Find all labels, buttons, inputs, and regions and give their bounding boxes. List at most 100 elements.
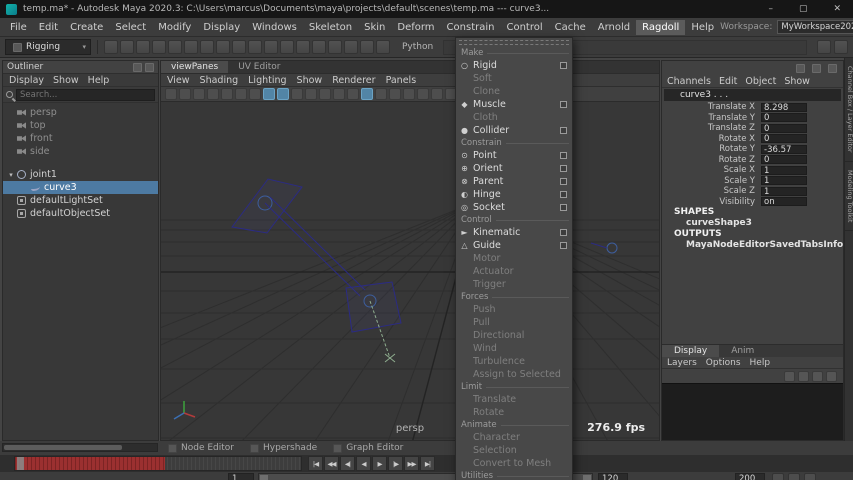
pin-icon[interactable] [828, 64, 837, 73]
channel-value-scale-z[interactable]: 1 [761, 187, 807, 196]
go-to-start-button[interactable]: |◀ [308, 456, 323, 471]
menubar-item-arnold[interactable]: Arnold [592, 20, 636, 35]
polygon-plane-1[interactable] [232, 179, 302, 233]
workspace-dropdown[interactable]: MyWorkspace2020.2* ▾ [777, 20, 853, 34]
play-backwards-button[interactable]: ◀ [356, 456, 371, 471]
eye-filter-icon[interactable] [145, 63, 154, 72]
bone-1b[interactable] [270, 197, 365, 290]
current-frame-marker[interactable] [17, 457, 24, 470]
channel-rotate-z[interactable]: Rotate Z0 [662, 155, 843, 166]
step-back-frame-button[interactable]: ◀| [340, 456, 355, 471]
new-empty-layer-icon[interactable] [798, 371, 809, 382]
open-scene-icon[interactable] [120, 40, 134, 54]
outliner-menu-show[interactable]: Show [53, 75, 79, 86]
make-live-icon[interactable] [344, 40, 358, 54]
channel-scale-x[interactable]: Scale X1 [662, 165, 843, 176]
menubar-item-control[interactable]: Control [500, 20, 548, 35]
bookmark-icon[interactable] [207, 88, 219, 100]
outliner-item-persp[interactable]: persp [3, 106, 158, 119]
step-back-key-button[interactable]: ◀◀ [324, 456, 339, 471]
viewport-menu-lighting[interactable]: Lighting [248, 75, 286, 86]
history-toggle-icon[interactable] [817, 40, 831, 54]
option-box-icon[interactable] [560, 204, 567, 211]
outliner-item-defaultobjectset[interactable]: defaultObjectSet [3, 207, 158, 220]
snap-to-view-plane-icon[interactable] [328, 40, 342, 54]
menubar-item-modify[interactable]: Modify [152, 20, 197, 35]
channel-value-rotate-z[interactable]: 0 [761, 155, 807, 164]
layer-menu-options[interactable]: Options [706, 358, 741, 368]
channel-value-scale-y[interactable]: 1 [761, 176, 807, 185]
menu-tearoff-handle[interactable] [459, 40, 569, 45]
scale-tool-icon[interactable] [264, 40, 278, 54]
redo-icon[interactable] [168, 40, 182, 54]
current-frame-field[interactable]: 1 [228, 473, 254, 480]
layer-menu-layers[interactable]: Layers [667, 358, 697, 368]
polygon-plane-2[interactable] [346, 282, 401, 332]
gate-mask-icon[interactable] [319, 88, 331, 100]
image-plane-icon[interactable] [221, 88, 233, 100]
snap-to-grid-icon[interactable] [280, 40, 294, 54]
camera-attributes-icon[interactable] [193, 88, 205, 100]
menubar-item-constrain[interactable]: Constrain [441, 20, 501, 35]
menu-item-guide[interactable]: △Guide [456, 239, 572, 252]
channel-value-rotate-x[interactable]: 0 [761, 134, 807, 143]
channel-box-menu-show[interactable]: Show [784, 76, 810, 87]
menu-item-point[interactable]: ⊙Point [456, 149, 572, 162]
2d-pan-zoom-icon[interactable] [235, 88, 247, 100]
channel-box-menu-edit[interactable]: Edit [719, 76, 737, 87]
playback-end-field[interactable]: 120 [598, 473, 628, 480]
menubar-item-skeleton[interactable]: Skeleton [303, 20, 358, 35]
panel-tab-node-editor[interactable]: Node Editor [168, 443, 234, 453]
play-forwards-button[interactable]: ▶ [372, 456, 387, 471]
viewport-tab-viewpanes[interactable]: viewPanes [161, 61, 228, 73]
sliders-icon[interactable] [796, 64, 805, 73]
resolution-gate-icon[interactable] [305, 88, 317, 100]
viewport-tab-uv-editor[interactable]: UV Editor [228, 61, 290, 73]
menubar-item-create[interactable]: Create [64, 20, 109, 35]
menu-item-rigid[interactable]: ○Rigid [456, 59, 572, 72]
menu-item-muscle[interactable]: ◆Muscle [456, 98, 572, 111]
film-gate-icon[interactable] [291, 88, 303, 100]
channel-visibility[interactable]: Visibilityon [662, 197, 843, 208]
menubar-item-edit[interactable]: Edit [33, 20, 64, 35]
minimize-button[interactable]: – [768, 4, 773, 14]
node-curveshape3[interactable]: curveShape3 [662, 218, 843, 229]
maximize-button[interactable]: ▢ [799, 4, 808, 14]
layer-options-icon[interactable] [826, 371, 837, 382]
soft-modification-icon[interactable] [376, 40, 390, 54]
stack-icon[interactable] [812, 64, 821, 73]
bone-2[interactable] [591, 243, 607, 248]
outliner-menu-display[interactable]: Display [9, 75, 44, 86]
option-box-icon[interactable] [560, 191, 567, 198]
sidebar-toggle-icon[interactable] [834, 40, 848, 54]
grease-pencil-icon[interactable] [263, 88, 275, 100]
menubar-item-ragdoll[interactable]: Ragdoll [636, 20, 685, 35]
field-chart-icon[interactable] [333, 88, 345, 100]
move-tool-icon[interactable] [232, 40, 246, 54]
command-line-language-label[interactable]: Python [402, 42, 433, 52]
viewport-menu-view[interactable]: View [167, 75, 190, 86]
layer-tab-anim[interactable]: Anim [719, 345, 766, 357]
option-box-icon[interactable] [560, 127, 567, 134]
time-slider-ruler[interactable] [14, 456, 302, 471]
outliner-horizontal-scrollbar[interactable] [2, 443, 158, 452]
channel-rotate-x[interactable]: Rotate X0 [662, 134, 843, 145]
outliner-item-front[interactable]: front [3, 132, 158, 145]
wireframe-icon[interactable] [431, 88, 443, 100]
side-tab-channel-box-layer-editor[interactable]: Channel Box / Layer Editor [845, 58, 853, 162]
menu-item-collider[interactable]: ●Collider [456, 124, 572, 137]
snap-to-point-icon[interactable] [312, 40, 326, 54]
channel-scale-z[interactable]: Scale Z1 [662, 186, 843, 197]
channel-rotate-y[interactable]: Rotate Y-36.57 [662, 144, 843, 155]
highlight-selection-icon[interactable] [375, 88, 387, 100]
viewport-menu-shading[interactable]: Shading [200, 75, 239, 86]
channel-value-scale-x[interactable]: 1 [761, 166, 807, 175]
search-input[interactable] [16, 89, 155, 101]
menubar-item-windows[interactable]: Windows [246, 20, 303, 35]
paint-select-icon[interactable] [216, 40, 230, 54]
menubar-item-display[interactable]: Display [197, 20, 246, 35]
channel-translate-y[interactable]: Translate Y0 [662, 113, 843, 124]
viewport-menu-panels[interactable]: Panels [386, 75, 417, 86]
channel-value-translate-y[interactable]: 0 [761, 113, 807, 122]
menu-item-parent[interactable]: ⊗Parent [456, 175, 572, 188]
